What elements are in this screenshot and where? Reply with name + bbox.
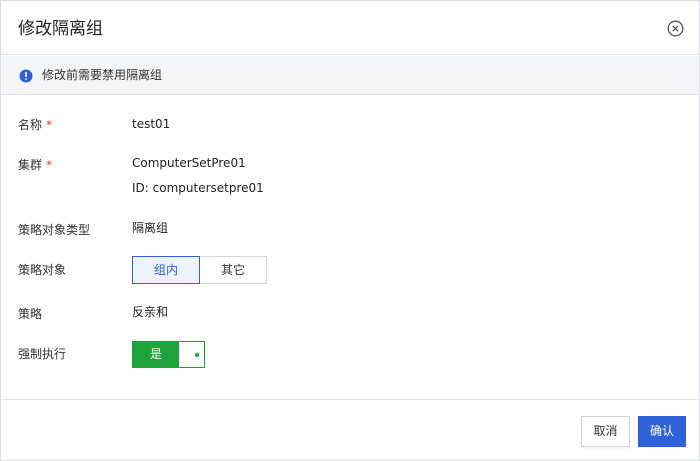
confirm-button[interactable]: 确认: [638, 416, 686, 447]
name-label-text: 名称: [18, 118, 43, 132]
required-mark: *: [46, 118, 53, 132]
policy-object-label: 策略对象: [18, 263, 67, 277]
edit-isolation-group-dialog: 修改隔离组 修改前需要禁用隔离组 名称 * test01 集群 * Computer…: [0, 0, 700, 461]
dialog-title: 修改隔离组: [18, 19, 103, 39]
policy-object-option-in-group[interactable]: 组内: [132, 256, 200, 284]
policy-label: 策略: [18, 307, 43, 321]
notice-text: 修改前需要禁用隔离组: [42, 68, 163, 82]
cluster-label-text: 集群: [18, 158, 43, 172]
dialog-footer: 取消 确认: [1, 399, 699, 460]
policy-object-option-other[interactable]: 其它: [200, 256, 267, 284]
dialog-header: 修改隔离组: [1, 1, 699, 55]
cluster-label: 集群 *: [18, 158, 52, 173]
toggle-knob: [179, 342, 204, 367]
policy-value: 反亲和: [132, 305, 169, 319]
enforce-label: 强制执行: [18, 347, 67, 361]
name-label: 名称 *: [18, 118, 52, 133]
info-icon: [19, 68, 33, 83]
enforce-toggle[interactable]: 是: [132, 341, 205, 368]
policy-object-type-label: 策略对象类型: [18, 223, 91, 237]
policy-object-type-value: 隔离组: [132, 221, 169, 235]
cluster-name: ComputerSetPre01: [132, 156, 246, 170]
close-icon[interactable]: [667, 20, 684, 37]
policy-object-selector: 组内 其它: [132, 256, 267, 284]
enforce-toggle-label: 是: [149, 347, 162, 361]
toggle-dot-icon: [195, 353, 199, 357]
name-value: test01: [132, 117, 171, 131]
cancel-button[interactable]: 取消: [581, 416, 630, 447]
required-mark: *: [46, 158, 53, 172]
notice-banner: 修改前需要禁用隔离组: [1, 56, 699, 95]
cluster-id: ID: computersetpre01: [132, 181, 264, 195]
